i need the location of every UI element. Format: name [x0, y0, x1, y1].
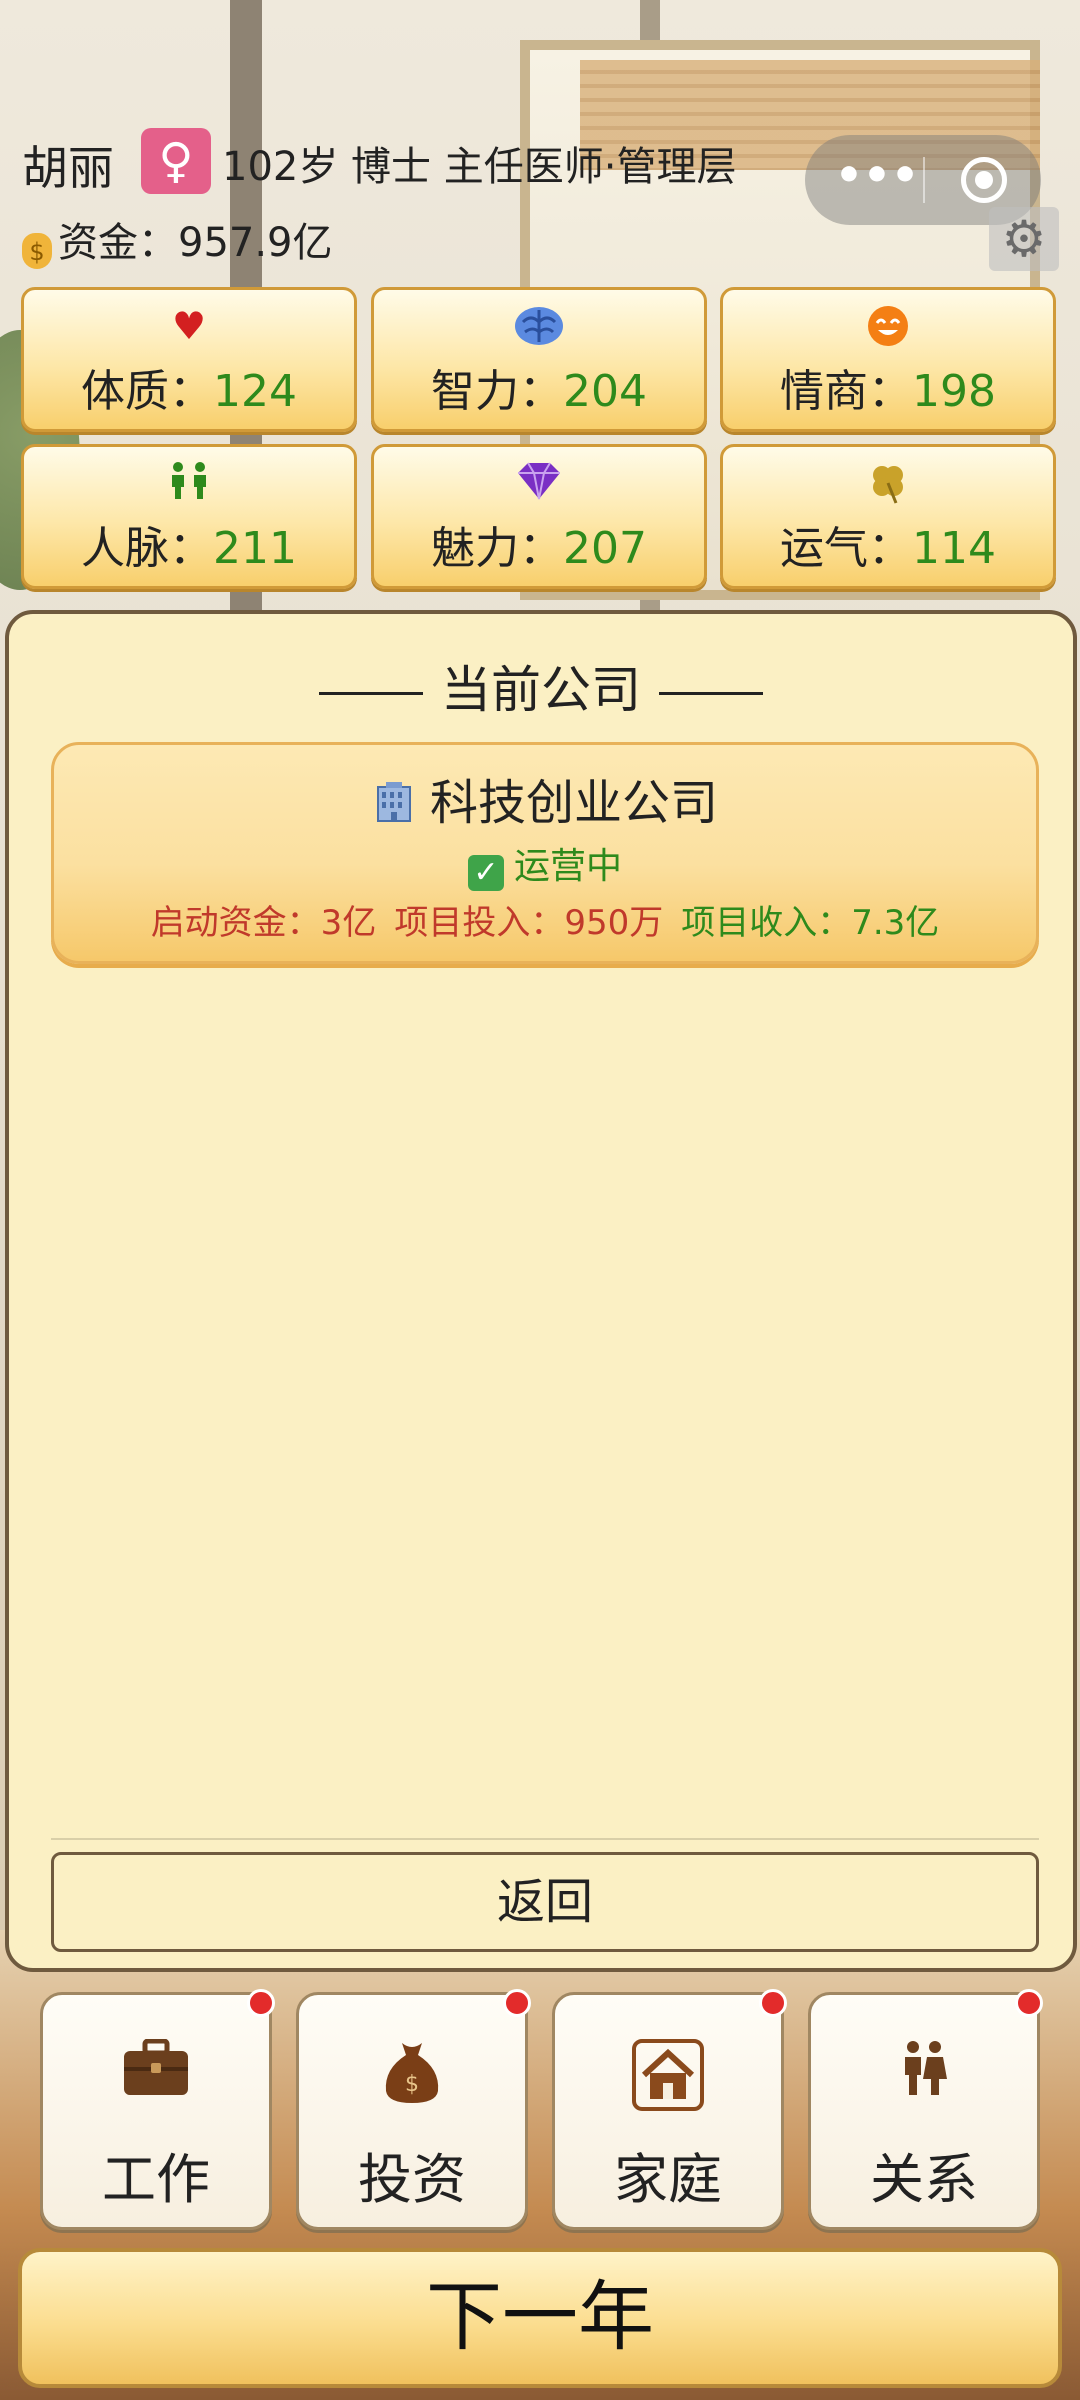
stat-label: 智力： [431, 366, 563, 417]
stat-value: 114 [912, 523, 996, 574]
stat-label: 运气： [780, 523, 912, 574]
close-mini-program-button[interactable] [961, 157, 1007, 203]
stat-label: 人脉： [81, 523, 213, 574]
female-icon: ♀ [141, 128, 211, 194]
stat-value: 124 [213, 366, 297, 417]
people-icon [24, 461, 354, 510]
notification-dot [503, 1989, 531, 2017]
player-name: 胡丽 [22, 141, 114, 195]
more-options-button[interactable]: ••• [833, 153, 921, 207]
company-status: 运营中 [513, 846, 622, 887]
current-company-panel: 当前公司 科技创业公司 ✓ 运营中 启动资金：3亿 项目投入：950万 项目收入：7.… [5, 610, 1077, 1972]
company-figures: 启动资金：3亿 项目投入：950万 项目收入：7.3亿 [54, 895, 1036, 944]
notification-dot [247, 1989, 275, 2017]
stat-label: 情商： [780, 366, 912, 417]
notification-dot [1015, 1989, 1043, 2017]
stat-label: 魅力： [431, 523, 563, 574]
nav-label: 工作 [102, 2148, 210, 2211]
briefcase-icon [43, 2038, 269, 2111]
office-building-icon [372, 779, 416, 822]
nav-label: 投资 [358, 2148, 466, 2211]
check-icon: ✓ [467, 855, 504, 891]
panel-title: 当前公司 [9, 650, 1073, 722]
stat-eq: 情商：198 [720, 287, 1056, 432]
stat-value: 204 [563, 366, 647, 417]
nav-invest-button[interactable]: $ 投资 [296, 1989, 531, 2230]
title-rule-right [659, 692, 763, 695]
stat-value: 198 [912, 366, 996, 417]
smile-icon [723, 304, 1053, 357]
couple-icon [811, 2039, 1037, 2111]
brain-icon [374, 304, 704, 357]
nav-relations-button[interactable]: 关系 [808, 1989, 1043, 2230]
company-status-row: ✓ 运营中 [54, 837, 1036, 891]
stat-value: 211 [213, 523, 297, 574]
money-bag-icon: $ [22, 233, 52, 269]
house-icon [555, 2039, 781, 2111]
company-name: 科技创业公司 [429, 775, 718, 831]
stat-network: 人脉：211 [21, 444, 357, 589]
nav-label: 关系 [870, 2148, 978, 2211]
money-display: $ 资金：957.9亿 [22, 210, 333, 269]
nav-work-button[interactable]: 工作 [40, 1989, 275, 2230]
nav-family-button[interactable]: 家庭 [552, 1989, 787, 2230]
company-name-row: 科技创业公司 [54, 763, 1036, 833]
title-rule-left [319, 692, 423, 695]
stat-luck: 运气：114 [720, 444, 1056, 589]
next-year-button[interactable]: 下一年 [18, 2248, 1062, 2388]
svg-text:$: $ [405, 2072, 419, 2097]
gear-icon[interactable]: ⚙ [989, 207, 1059, 271]
money-text: 资金：957.9亿 [58, 220, 333, 266]
company-card[interactable]: 科技创业公司 ✓ 运营中 启动资金：3亿 项目投入：950万 项目收入：7.3亿 [51, 742, 1039, 964]
back-button[interactable]: 返回 [51, 1852, 1039, 1952]
panel-title-text: 当前公司 [441, 661, 641, 719]
stat-value: 207 [563, 523, 647, 574]
money-sack-icon: $ [299, 2039, 525, 2111]
diamond-icon [374, 461, 704, 510]
capsule-divider [923, 157, 925, 203]
clover-icon [723, 461, 1053, 514]
stat-intelligence: 智力：204 [371, 287, 707, 432]
project-investment: 项目投入：950万 [394, 903, 664, 943]
project-revenue: 项目收入：7.3亿 [681, 903, 940, 943]
notification-dot [759, 1989, 787, 2017]
stat-label: 体质： [81, 366, 213, 417]
panel-divider [51, 1838, 1039, 1840]
nav-label: 家庭 [614, 2148, 722, 2211]
heart-icon: ♥ [171, 304, 207, 348]
startup-capital: 启动资金：3亿 [150, 903, 377, 943]
stat-constitution: ♥ 体质：124 [21, 287, 357, 432]
player-info: 102岁 博士 主任医师·管理层 [222, 144, 737, 190]
stat-charm: 魅力：207 [371, 444, 707, 589]
